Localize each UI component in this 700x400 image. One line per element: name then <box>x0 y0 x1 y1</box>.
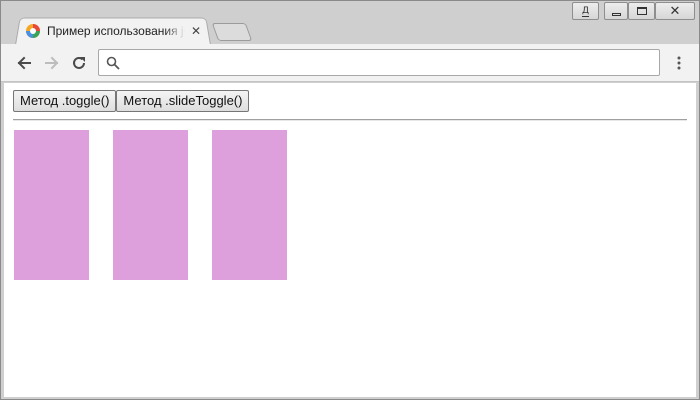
browser-window: Пример использования jQuery ✕ Д ✕ <box>0 0 700 400</box>
method-buttons: Метод .toggle() Метод .slideToggle() <box>13 90 250 112</box>
tab-close-icon[interactable]: ✕ <box>191 25 201 37</box>
horizontal-rule <box>13 119 687 121</box>
plum-block <box>212 130 287 280</box>
active-tab-content[interactable]: Пример использования jQuery ✕ <box>25 20 205 42</box>
arrow-right-icon <box>45 56 59 70</box>
close-window-button[interactable]: ✕ <box>655 2 695 20</box>
profile-letter: Д <box>581 5 590 17</box>
page-viewport: Метод .toggle() Метод .slideToggle() <box>4 83 696 397</box>
browser-toolbar <box>1 44 699 82</box>
forward-button[interactable] <box>42 53 62 73</box>
minimize-button[interactable] <box>604 2 628 20</box>
arrow-left-icon <box>17 56 31 70</box>
search-icon <box>106 56 120 70</box>
plum-block <box>14 130 89 280</box>
profile-button[interactable]: Д <box>572 2 599 20</box>
favicon-icon <box>26 24 40 38</box>
kebab-menu-icon <box>677 56 681 70</box>
plum-block <box>113 130 188 280</box>
reload-button[interactable] <box>69 53 89 73</box>
maximize-icon <box>636 7 647 15</box>
toggle-button[interactable]: Метод .toggle() <box>13 90 117 112</box>
browser-menu-button[interactable] <box>669 53 689 73</box>
minimize-icon <box>611 12 621 16</box>
slide-toggle-button[interactable]: Метод .slideToggle() <box>116 90 250 112</box>
reload-icon <box>73 56 85 69</box>
address-input[interactable] <box>127 53 652 72</box>
maximize-button[interactable] <box>628 2 655 20</box>
tab-title: Пример использования jQuery <box>47 24 185 38</box>
close-icon: ✕ <box>669 3 681 19</box>
back-button[interactable] <box>14 53 34 73</box>
address-bar[interactable] <box>98 49 660 76</box>
new-tab-button[interactable] <box>211 23 253 41</box>
